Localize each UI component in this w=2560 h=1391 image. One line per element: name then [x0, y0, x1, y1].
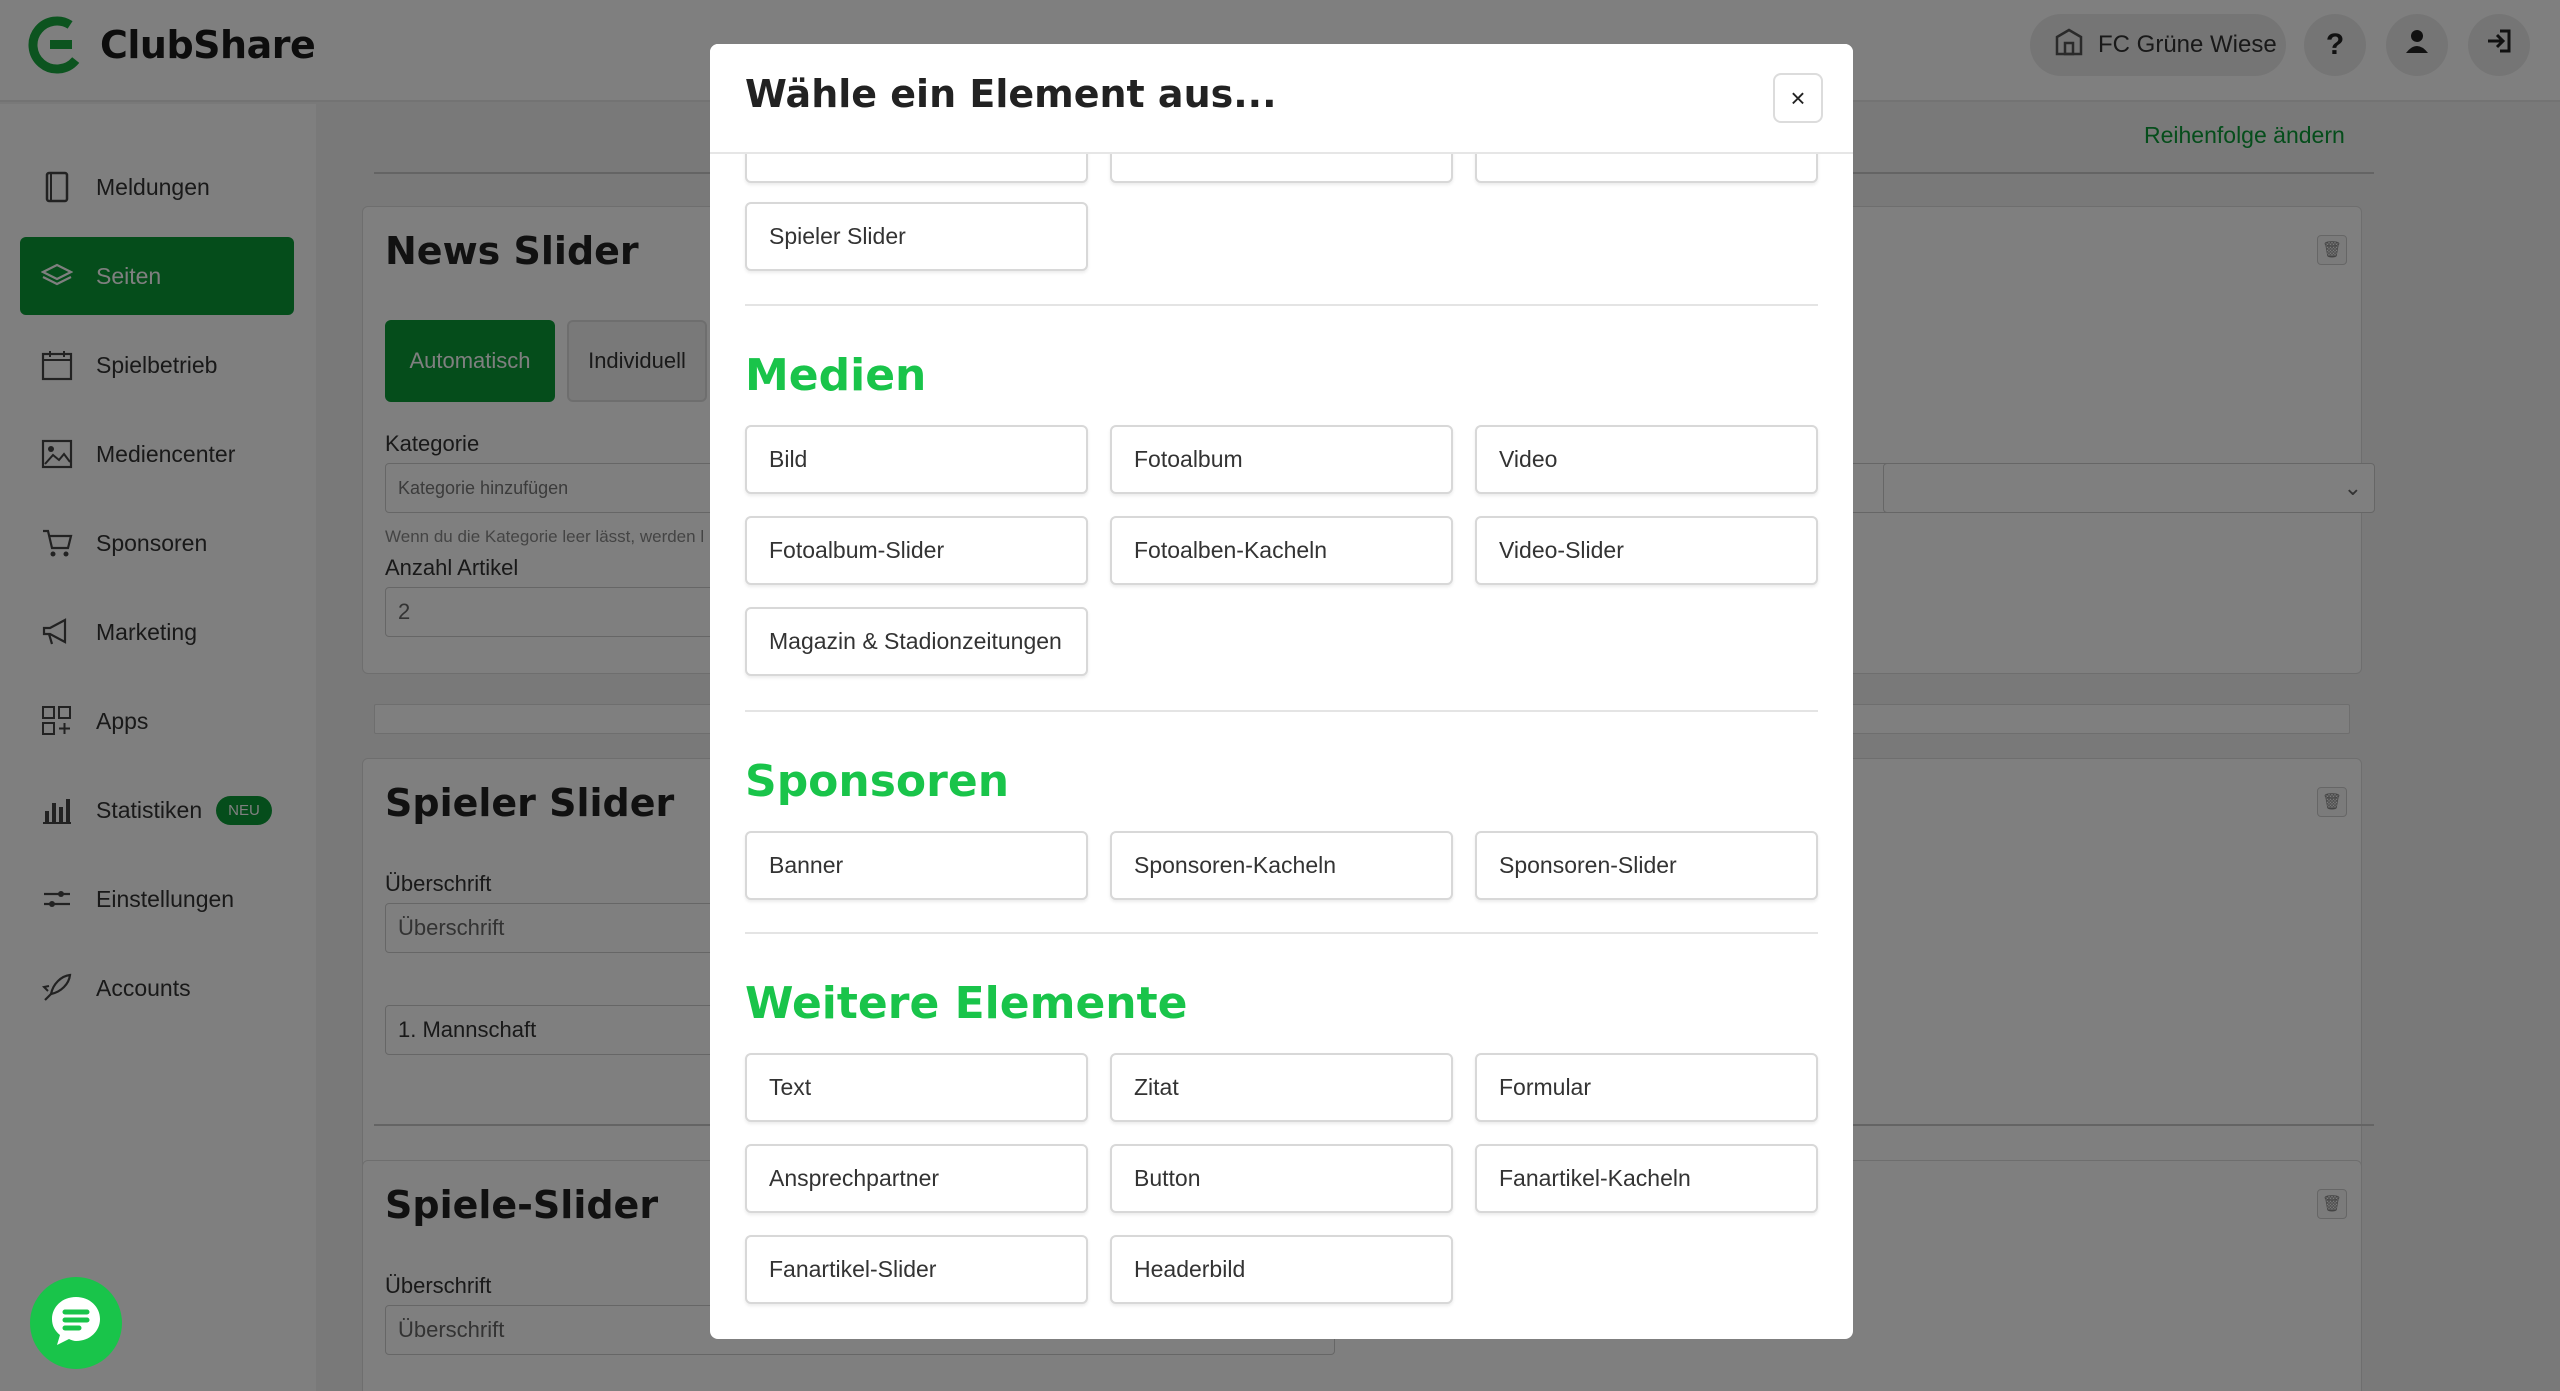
close-icon: × — [1790, 82, 1806, 113]
element-option-fotoalbum[interactable]: Fotoalbum — [1110, 425, 1453, 494]
element-option-sponsoren-kacheln[interactable]: Sponsoren-Kacheln — [1110, 831, 1453, 900]
element-option[interactable] — [1110, 154, 1453, 183]
close-button[interactable]: × — [1773, 73, 1823, 123]
element-option-sponsoren-slider[interactable]: Sponsoren-Slider — [1475, 831, 1818, 900]
modal-header: Wähle ein Element aus... × — [710, 44, 1853, 154]
element-picker-modal: Wähle ein Element aus... × Spieler Slide… — [710, 44, 1853, 1339]
section-title-medien: Medien — [745, 350, 927, 401]
element-option-bild[interactable]: Bild — [745, 425, 1088, 494]
element-option-text[interactable]: Text — [745, 1053, 1088, 1122]
modal-title: Wähle ein Element aus... — [745, 72, 1277, 116]
element-option-button[interactable]: Button — [1110, 1144, 1453, 1213]
element-option-video-slider[interactable]: Video-Slider — [1475, 516, 1818, 585]
chat-icon — [46, 1291, 106, 1356]
element-option-formular[interactable]: Formular — [1475, 1053, 1818, 1122]
element-option-banner[interactable]: Banner — [745, 831, 1088, 900]
element-option-magazin[interactable]: Magazin & Stadionzeitungen — [745, 607, 1088, 676]
section-divider — [745, 932, 1818, 934]
element-option-fanartikel-slider[interactable]: Fanartikel-Slider — [745, 1235, 1088, 1304]
element-option-headerbild[interactable]: Headerbild — [1110, 1235, 1453, 1304]
chat-button[interactable] — [30, 1277, 122, 1369]
section-title-weitere-elemente: Weitere Elemente — [745, 978, 1188, 1029]
section-divider — [745, 304, 1818, 306]
element-option-ansprechpartner[interactable]: Ansprechpartner — [745, 1144, 1088, 1213]
element-option[interactable] — [745, 154, 1088, 183]
element-option-fotoalben-kacheln[interactable]: Fotoalben-Kacheln — [1110, 516, 1453, 585]
element-option-zitat[interactable]: Zitat — [1110, 1053, 1453, 1122]
element-option-fotoalbum-slider[interactable]: Fotoalbum-Slider — [745, 516, 1088, 585]
element-option-video[interactable]: Video — [1475, 425, 1818, 494]
section-divider — [745, 710, 1818, 712]
section-title-sponsoren: Sponsoren — [745, 756, 1010, 807]
modal-body[interactable]: Spieler Slider Medien Bild Fotoalbum Vid… — [710, 154, 1853, 1339]
element-option[interactable] — [1475, 154, 1818, 183]
element-option-fanartikel-kacheln[interactable]: Fanartikel-Kacheln — [1475, 1144, 1818, 1213]
element-option-spieler-slider[interactable]: Spieler Slider — [745, 202, 1088, 271]
